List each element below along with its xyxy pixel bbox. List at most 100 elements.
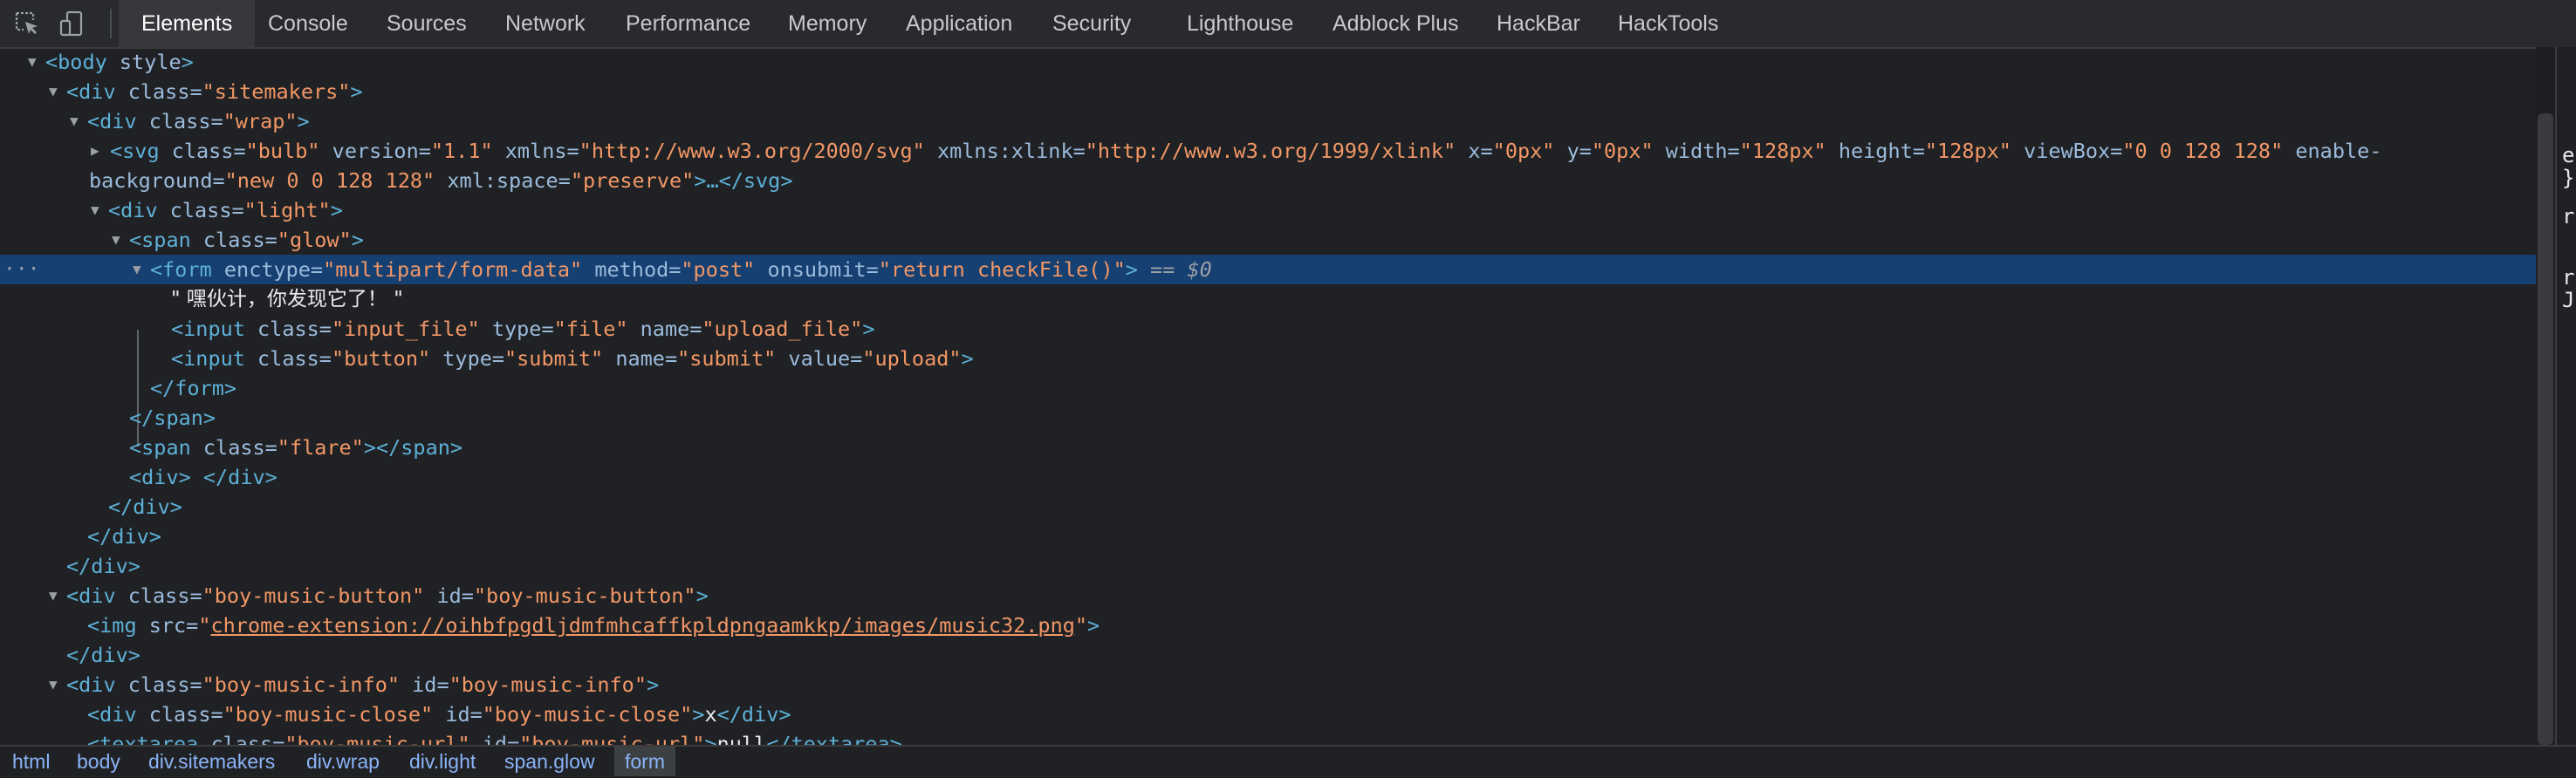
img-src-link[interactable]: chrome-extension://oihbfpgdljdmfmhcaffkp… xyxy=(211,613,1075,638)
attr-value: "sitemakers" xyxy=(202,79,351,104)
tree-row-div-sitemakers[interactable]: ▼ <div class="sitemakers"> xyxy=(0,77,2536,106)
tree-row-textarea[interactable]: <textarea class="boy-music-url" id="boy-… xyxy=(0,729,2536,745)
tree-row-empty-div[interactable]: <div> </div> xyxy=(0,462,2536,492)
tag-name: <div xyxy=(66,672,116,697)
tree-row-body[interactable]: ▼ <body style> xyxy=(0,47,2536,77)
tag-bracket: > xyxy=(704,732,717,745)
attr-name: class= xyxy=(136,702,223,727)
attr-name: xmlns= xyxy=(492,139,579,163)
attr-value: "submit" xyxy=(504,346,604,371)
tree-row-div-wrap[interactable]: ▼ <div class="wrap"> xyxy=(0,106,2536,136)
attr-value: "light" xyxy=(243,198,331,222)
tree-row-span-close[interactable]: </span> xyxy=(0,403,2536,433)
breadcrumb-span-glow[interactable]: span.glow xyxy=(504,747,595,776)
tree-row-input-file[interactable]: <input class="input_file" type="file" na… xyxy=(0,314,2536,344)
collapse-arrow-icon[interactable]: ▼ xyxy=(49,77,58,106)
tree-row-div-close[interactable]: </div> xyxy=(0,640,2536,670)
tree-row-div-light[interactable]: ▼ <div class="light"> xyxy=(0,195,2536,225)
tab-memory[interactable]: Memory xyxy=(788,0,867,47)
tab-console[interactable]: Console xyxy=(268,0,348,47)
side-panel-text: } xyxy=(2562,166,2575,190)
attr-name: class= xyxy=(198,732,285,745)
attr-name: class= xyxy=(190,228,277,252)
styles-side-panel[interactable]: e } r r J xyxy=(2555,47,2576,745)
attr-value: "bulb" xyxy=(245,139,320,163)
collapse-arrow-icon[interactable]: ▼ xyxy=(49,670,58,700)
tree-row-div-close[interactable]: </div> xyxy=(0,492,2536,522)
tree-row-div-boy-music-info[interactable]: ▼ <div class="boy-music-info" id="boy-mu… xyxy=(0,670,2536,700)
breadcrumb-div-wrap[interactable]: div.wrap xyxy=(306,747,380,776)
tree-scrollbar-thumb[interactable] xyxy=(2538,113,2553,745)
attr-value: "upload" xyxy=(862,346,962,371)
closing-tag: </div> xyxy=(716,702,791,727)
attr-name: class= xyxy=(190,435,277,460)
device-toolbar-icon[interactable] xyxy=(59,10,86,37)
tree-row-span-flare[interactable]: <span class="flare"></span> xyxy=(0,433,2536,462)
expand-arrow-icon[interactable]: ▶ xyxy=(91,136,99,166)
tree-row-span-glow[interactable]: ▼ <span class="glow"> xyxy=(0,225,2536,255)
tree-row-text-node[interactable]: " 嘿伙计，你发现它了！ " xyxy=(0,284,2536,314)
tab-application[interactable]: Application xyxy=(906,0,1012,47)
tab-elements[interactable]: Elements xyxy=(119,0,256,47)
tag-name: <input xyxy=(171,346,245,371)
tree-row-img[interactable]: <img src="chrome-extension://oihbfpgdljd… xyxy=(0,611,2536,640)
tab-hacktools[interactable]: HackTools xyxy=(1618,0,1718,47)
tree-row-div-close[interactable]: </div> xyxy=(0,551,2536,581)
side-panel-text: r xyxy=(2562,265,2575,290)
tree-row-svg-bulb[interactable]: ▶ <svg class="bulb" version="1.1" xmlns=… xyxy=(0,136,2536,166)
more-options-icon[interactable]: ··· xyxy=(3,255,40,284)
tree-row-div-close[interactable]: </div> xyxy=(0,522,2536,551)
collapse-arrow-icon[interactable]: ▼ xyxy=(28,47,37,77)
tab-performance[interactable]: Performance xyxy=(626,0,750,47)
tab-hackbar[interactable]: HackBar xyxy=(1497,0,1580,47)
tab-sources[interactable]: Sources xyxy=(387,0,467,47)
tag-name: <textarea xyxy=(87,732,199,745)
attr-value: "new 0 0 128 128" xyxy=(224,168,435,193)
collapse-arrow-icon[interactable]: ▼ xyxy=(133,255,141,284)
tree-row-form-selected[interactable]: ··· ▼ <form enctype="multipart/form-data… xyxy=(0,255,2536,284)
closing-tag: </textarea> xyxy=(766,732,902,745)
collapse-arrow-icon[interactable]: ▼ xyxy=(49,581,58,611)
attr-value: "boy-music-close" xyxy=(223,702,434,727)
inspect-element-icon[interactable] xyxy=(14,10,40,37)
tab-network[interactable]: Network xyxy=(505,0,586,47)
tag-name: <body xyxy=(45,50,107,74)
breadcrumb-div-light[interactable]: div.light xyxy=(409,747,476,776)
tag-bracket: > xyxy=(1087,613,1100,638)
tag-bracket: > xyxy=(1125,257,1138,282)
breadcrumb-div-sitemakers[interactable]: div.sitemakers xyxy=(148,747,275,776)
attr-name: name= xyxy=(603,346,678,371)
attr-value: "submit" xyxy=(677,346,777,371)
attr-value: "boy-music-button" xyxy=(202,584,425,608)
collapse-arrow-icon[interactable]: ▼ xyxy=(112,225,120,255)
tag-name: <svg xyxy=(110,139,160,163)
attr-name: src= xyxy=(136,613,199,638)
tree-row-div-boy-music-button[interactable]: ▼ <div class="boy-music-button" id="boy-… xyxy=(0,581,2536,611)
tab-adblock-plus[interactable]: Adblock Plus xyxy=(1333,0,1459,47)
attr-value: "128px" xyxy=(1739,139,1826,163)
tag-name: <div xyxy=(66,584,116,608)
attr-value: "multipart/form-data" xyxy=(323,257,583,282)
collapse-arrow-icon[interactable]: ▼ xyxy=(91,195,99,225)
attr-value: "boy-music-close" xyxy=(482,702,693,727)
side-panel-text: e xyxy=(2562,143,2575,167)
tag-name: <form xyxy=(150,257,212,282)
element-text: null xyxy=(716,732,767,745)
breadcrumb-body[interactable]: body xyxy=(77,747,120,776)
breadcrumb-form[interactable]: form xyxy=(614,747,675,776)
tag-name: <div xyxy=(87,109,137,133)
tab-security[interactable]: Security xyxy=(1052,0,1131,47)
tree-row-form-close[interactable]: </form> xyxy=(0,373,2536,403)
tree-row-input-submit[interactable]: <input class="button" type="submit" name… xyxy=(0,344,2536,373)
attr-value: "128px" xyxy=(1924,139,2011,163)
collapse-arrow-icon[interactable]: ▼ xyxy=(70,106,79,136)
tree-row-svg-bulb-continued[interactable]: background="new 0 0 128 128" xml:space="… xyxy=(0,166,2536,195)
devtools-tab-bar: Elements Console Sources Network Perform… xyxy=(0,0,2576,49)
attr-name: class= xyxy=(244,317,332,341)
console-ref-equals: == xyxy=(1137,257,1188,282)
tree-row-div-boy-music-close[interactable]: <div class="boy-music-close" id="boy-mus… xyxy=(0,700,2536,729)
tab-lighthouse[interactable]: Lighthouse xyxy=(1187,0,1293,47)
attr-value: "http://www.w3.org/2000/svg" xyxy=(579,139,925,163)
tag-bracket: > xyxy=(692,702,705,727)
breadcrumb-html[interactable]: html xyxy=(12,747,50,776)
